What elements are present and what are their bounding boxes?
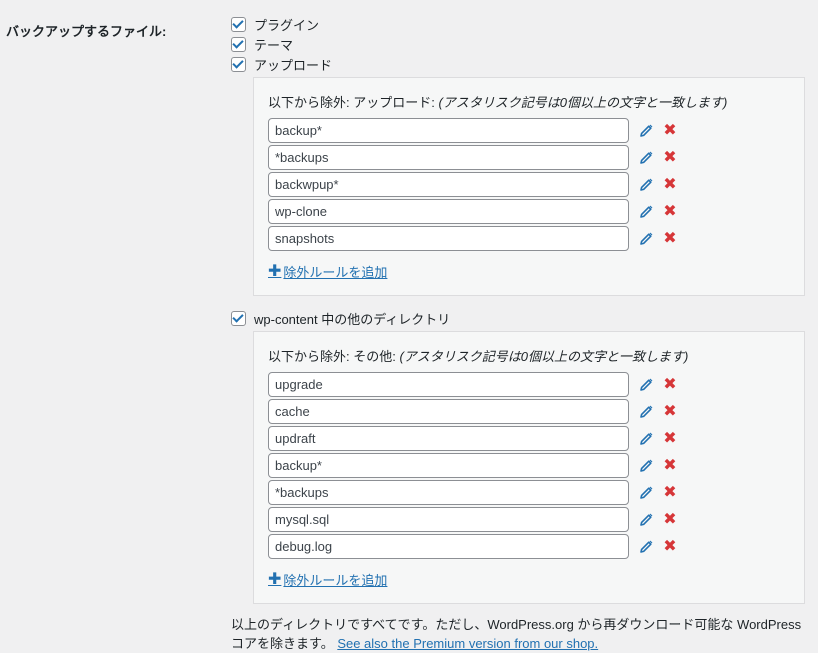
exclude-rule-row: snapshots ✖ bbox=[268, 225, 804, 252]
close-icon[interactable]: ✖ bbox=[663, 430, 677, 446]
plugins-label: プラグイン bbox=[254, 17, 320, 33]
exclude-rule-row: wp-clone ✖ bbox=[268, 198, 804, 225]
exclude-rule-row: mysql.sql ✖ bbox=[268, 506, 804, 533]
close-icon[interactable]: ✖ bbox=[663, 457, 677, 473]
exclude-rule-input[interactable]: mysql.sql bbox=[268, 507, 629, 532]
pencil-icon[interactable] bbox=[638, 123, 654, 139]
premium-link[interactable]: See also the Premium version from our sh… bbox=[337, 636, 598, 651]
pencil-icon[interactable] bbox=[638, 377, 654, 393]
exclude-rule-input[interactable]: wp-clone bbox=[268, 199, 629, 224]
checkbox-row-others[interactable]: wp-content 中の他のディレクトリ bbox=[231, 308, 818, 328]
close-icon[interactable]: ✖ bbox=[663, 230, 677, 246]
uploads-rule-list: backup* ✖ *backups ✖ backwpup* ✖ wp-clone ✖ snap… bbox=[268, 117, 804, 252]
exclude-rule-row: backup* ✖ bbox=[268, 452, 804, 479]
others-label: wp-content 中の他のディレクトリ bbox=[254, 311, 451, 327]
uploads-add-rule-link[interactable]: ✚ 除外ルールを追加 bbox=[268, 261, 804, 281]
section-label: バックアップするファイル: bbox=[6, 24, 167, 39]
close-icon[interactable]: ✖ bbox=[663, 538, 677, 554]
others-add-rule-link[interactable]: ✚ 除外ルールを追加 bbox=[268, 569, 804, 589]
pencil-icon[interactable] bbox=[638, 485, 654, 501]
exclude-rule-input[interactable]: upgrade bbox=[268, 372, 629, 397]
plugins-checkbox[interactable] bbox=[231, 16, 246, 32]
plus-icon: ✚ bbox=[268, 263, 282, 280]
checkbox-row-themes[interactable]: テーマ bbox=[231, 34, 818, 54]
others-exclude-heading: 以下から除外: その他: (アスタリスク記号は0個以上の文字と一致します) bbox=[268, 346, 804, 365]
close-icon[interactable]: ✖ bbox=[663, 511, 677, 527]
close-icon[interactable]: ✖ bbox=[663, 203, 677, 219]
pencil-icon[interactable] bbox=[638, 458, 654, 474]
uploads-exclude-box: 以下から除外: アップロード: (アスタリスク記号は0個以上の文字と一致します)… bbox=[253, 77, 805, 296]
plus-icon: ✚ bbox=[268, 571, 282, 588]
exclude-rule-row: updraft ✖ bbox=[268, 425, 804, 452]
exclude-rule-row: backup* ✖ bbox=[268, 117, 804, 144]
footer-note: 以上のディレクトリですべてです。ただし、WordPress.org から再ダウン… bbox=[231, 615, 811, 653]
uploads-exclude-heading: 以下から除外: アップロード: (アスタリスク記号は0個以上の文字と一致します) bbox=[268, 92, 804, 111]
exclude-rule-input[interactable]: updraft bbox=[268, 426, 629, 451]
others-heading-prefix: 以下から除外: その他: bbox=[268, 349, 400, 364]
uploads-add-rule-label: 除外ルールを追加 bbox=[283, 264, 388, 280]
others-exclude-box: 以下から除外: その他: (アスタリスク記号は0個以上の文字と一致します) up… bbox=[253, 331, 805, 604]
close-icon[interactable]: ✖ bbox=[663, 376, 677, 392]
exclude-rule-row: *backups ✖ bbox=[268, 144, 804, 171]
others-heading-note: (アスタリスク記号は0個以上の文字と一致します) bbox=[399, 349, 689, 364]
uploads-heading-prefix: 以下から除外: アップロード: bbox=[268, 95, 439, 110]
exclude-rule-input[interactable]: backup* bbox=[268, 453, 629, 478]
exclude-rule-input[interactable]: snapshots bbox=[268, 226, 629, 251]
pencil-icon[interactable] bbox=[638, 204, 654, 220]
exclude-rule-row: *backups ✖ bbox=[268, 479, 804, 506]
others-add-rule-label: 除外ルールを追加 bbox=[283, 572, 388, 588]
checkbox-row-uploads[interactable]: アップロード bbox=[231, 54, 818, 74]
pencil-icon[interactable] bbox=[638, 431, 654, 447]
checkbox-row-plugins[interactable]: プラグイン bbox=[231, 14, 818, 34]
exclude-rule-row: cache ✖ bbox=[268, 398, 804, 425]
themes-checkbox[interactable] bbox=[231, 36, 246, 52]
exclude-rule-row: backwpup* ✖ bbox=[268, 171, 804, 198]
files-settings: プラグイン テーマ アップロード 以下から除外: アップロード: (アスタリスク… bbox=[231, 14, 818, 653]
uploads-checkbox[interactable] bbox=[231, 56, 246, 72]
exclude-rule-input[interactable]: *backups bbox=[268, 145, 629, 170]
exclude-rule-input[interactable]: backup* bbox=[268, 118, 629, 143]
pencil-icon[interactable] bbox=[638, 539, 654, 555]
pencil-icon[interactable] bbox=[638, 150, 654, 166]
pencil-icon[interactable] bbox=[638, 231, 654, 247]
close-icon[interactable]: ✖ bbox=[663, 149, 677, 165]
exclude-rule-input[interactable]: debug.log bbox=[268, 534, 629, 559]
others-rule-list: upgrade ✖ cache ✖ updraft ✖ backup* ✖ *backups ✖ m… bbox=[268, 371, 804, 560]
close-icon[interactable]: ✖ bbox=[663, 403, 677, 419]
pencil-icon[interactable] bbox=[638, 404, 654, 420]
pencil-icon[interactable] bbox=[638, 512, 654, 528]
exclude-rule-input[interactable]: cache bbox=[268, 399, 629, 424]
uploads-label: アップロード bbox=[254, 57, 333, 73]
uploads-heading-note: (アスタリスク記号は0個以上の文字と一致します) bbox=[438, 95, 728, 110]
exclude-rule-row: upgrade ✖ bbox=[268, 371, 804, 398]
exclude-rule-row: debug.log ✖ bbox=[268, 533, 804, 560]
close-icon[interactable]: ✖ bbox=[663, 176, 677, 192]
exclude-rule-input[interactable]: *backups bbox=[268, 480, 629, 505]
exclude-rule-input[interactable]: backwpup* bbox=[268, 172, 629, 197]
close-icon[interactable]: ✖ bbox=[663, 484, 677, 500]
others-checkbox[interactable] bbox=[231, 310, 246, 326]
close-icon[interactable]: ✖ bbox=[663, 122, 677, 138]
themes-label: テーマ bbox=[254, 37, 294, 53]
pencil-icon[interactable] bbox=[638, 177, 654, 193]
